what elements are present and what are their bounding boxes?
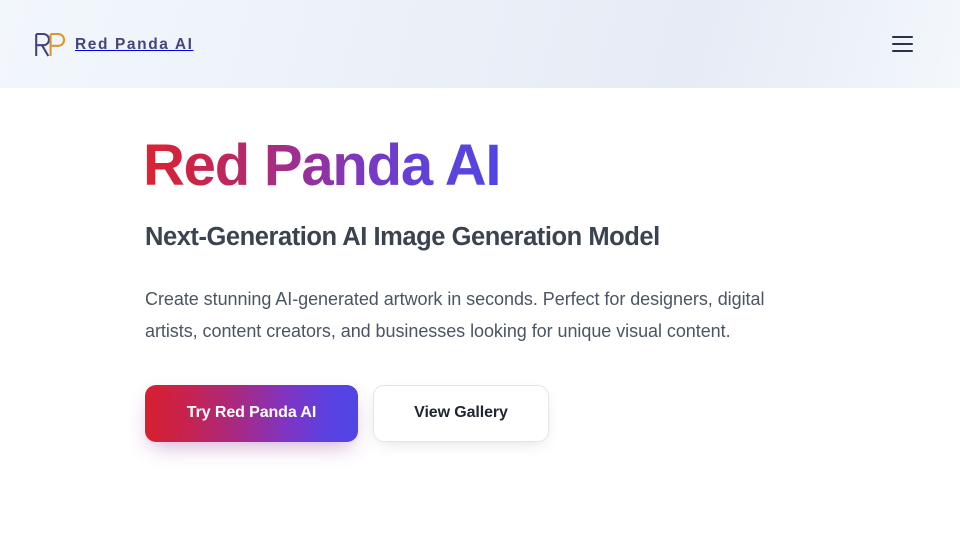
hero-section: Red Panda AI Next-Generation AI Image Ge… [0,88,960,442]
rp-monogram-icon [34,32,66,58]
brand-name-text: Red Panda AI [75,36,194,54]
cta-button-row: Try Red Panda AI View Gallery [145,384,960,442]
brand-logo-link[interactable]: Red Panda AI [34,28,194,62]
menu-bar-top [891,36,913,38]
menu-bar-bottom [891,50,913,52]
page-title: Red Panda AI [143,133,502,198]
hero-description: Create stunning AI-generated artwork in … [145,288,765,342]
try-red-panda-ai-button[interactable]: Try Red Panda AI [145,384,358,442]
menu-bar-middle [891,43,913,45]
view-gallery-button[interactable]: View Gallery [373,384,549,442]
site-header: Red Panda AI [0,0,960,88]
hamburger-menu-icon[interactable] [888,32,916,56]
hero-subtitle: Next-Generation AI Image Generation Mode… [145,223,660,252]
